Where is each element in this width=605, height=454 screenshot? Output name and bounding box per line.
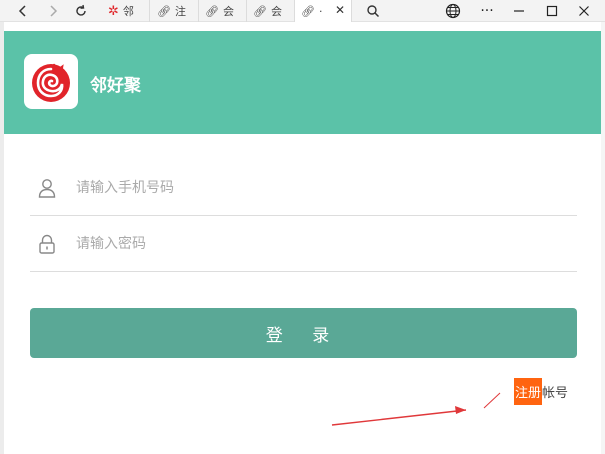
password-field: [30, 216, 577, 272]
globe-icon[interactable]: [438, 0, 468, 22]
search-icon[interactable]: [360, 0, 386, 22]
background-page-edge: [601, 22, 605, 454]
link-icon: 🔗︎: [253, 4, 267, 18]
user-icon: [38, 179, 56, 198]
login-button[interactable]: 登 录: [30, 308, 577, 358]
link-icon: 🔗︎: [205, 4, 219, 18]
more-icon[interactable]: ···: [472, 0, 502, 22]
register-suffix: 帐号: [542, 385, 569, 401]
tab-title: 会: [222, 5, 234, 18]
tab-2[interactable]: 🔗︎ 注: [151, 0, 199, 22]
app-logo: [24, 54, 78, 109]
tab-4[interactable]: 🔗︎ 会: [247, 0, 295, 22]
tab-3[interactable]: 🔗︎ 会: [199, 0, 247, 22]
tab-5[interactable]: 🔗︎ · ✕: [294, 0, 352, 22]
tab-title: ·: [318, 4, 323, 18]
register-area: 注册 帐号: [514, 377, 569, 405]
close-window-icon[interactable]: [569, 0, 599, 22]
tab-1[interactable]: ✲ 邻: [102, 0, 150, 22]
register-link[interactable]: 注册: [514, 377, 543, 405]
app-name: 邻好聚: [90, 76, 141, 96]
tab-title: 注: [174, 5, 186, 18]
back-icon[interactable]: [10, 0, 36, 22]
dragon-logo-icon: [32, 63, 70, 102]
close-icon[interactable]: ✕: [335, 3, 345, 17]
lock-icon: [39, 234, 55, 254]
link-icon: 🔗︎: [301, 4, 315, 18]
link-icon: 🔗︎: [157, 4, 171, 18]
password-input[interactable]: [76, 230, 556, 258]
phone-input[interactable]: [76, 174, 556, 202]
tab-title: 会: [270, 5, 282, 18]
maximize-icon[interactable]: [537, 0, 567, 22]
refresh-icon[interactable]: [68, 0, 94, 22]
app-header: 邻好聚: [4, 31, 601, 134]
browser-toolbar: ✲ 邻 🔗︎ 注 🔗︎ 会 🔗︎ 会 🔗︎ · ✕ ···: [0, 0, 605, 22]
tab-title: 邻: [122, 5, 134, 18]
minimize-icon[interactable]: [504, 0, 534, 22]
phone-field: [30, 160, 577, 216]
forward-icon[interactable]: [40, 0, 66, 22]
app-logo-icon: ✲: [108, 3, 119, 19]
